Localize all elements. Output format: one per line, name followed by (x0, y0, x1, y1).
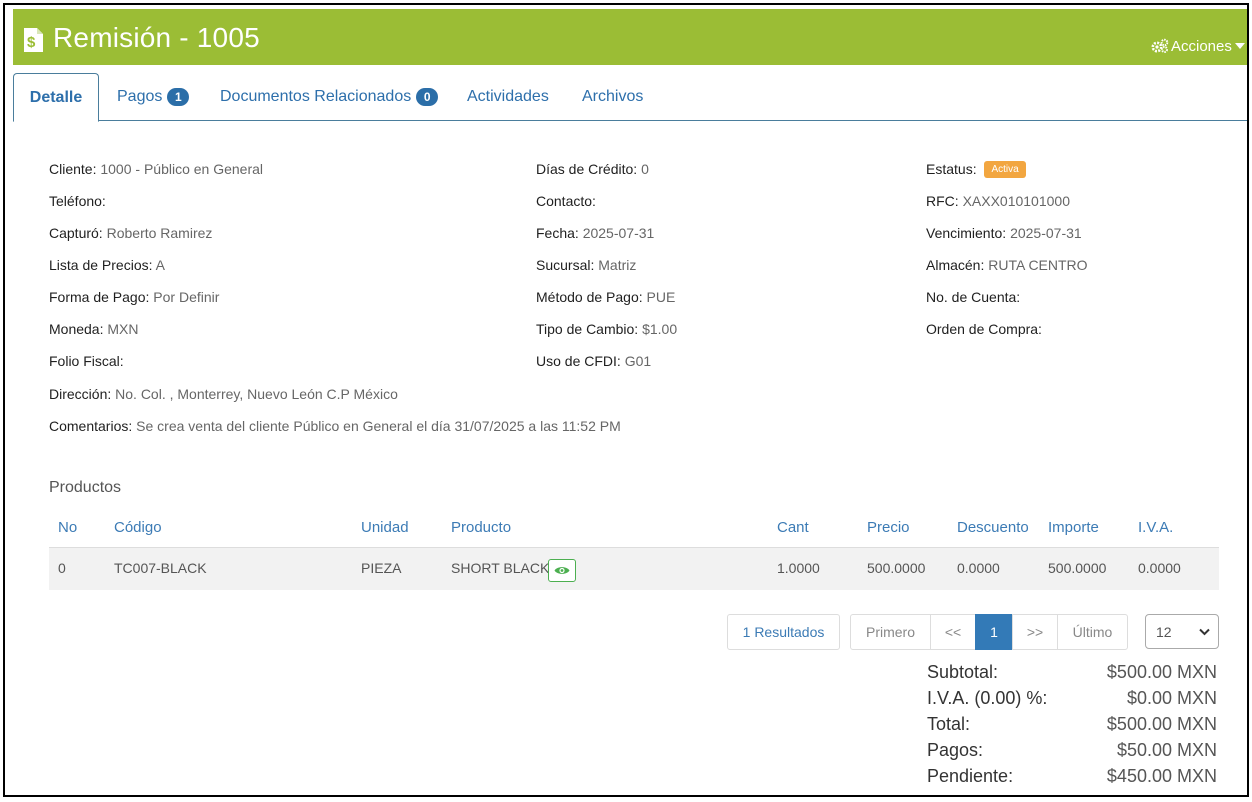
gears-icon (1151, 38, 1169, 53)
column-header-precio[interactable]: Precio (867, 519, 910, 536)
documentos-count-badge: 0 (416, 88, 439, 106)
column-header-descuento[interactable]: Descuento (957, 519, 1029, 536)
pagos-count-badge: 1 (167, 88, 190, 106)
actions-label: Acciones (1171, 37, 1232, 55)
field-contacto: Contacto: (536, 193, 596, 209)
field-dias-credito: Días de Crédito: 0 (536, 161, 649, 177)
field-fecha: Fecha: 2025-07-31 (536, 225, 655, 241)
caret-down-icon (1234, 43, 1245, 49)
cell-descuento: 0.0000 (957, 560, 1000, 576)
cell-unidad: PIEZA (361, 560, 402, 576)
pendiente-value: $450.00 MXN (1106, 766, 1217, 786)
svg-text:$: $ (27, 34, 36, 51)
column-header-cant[interactable]: Cant (777, 519, 809, 536)
tab-bar: Detalle Pagos 1 Documentos Relacionados … (13, 73, 1247, 122)
field-capturo: Capturó: Roberto Ramirez (49, 225, 213, 241)
pagos-value: $50.00 MXN (1116, 740, 1217, 760)
pagos-label: Pagos: (927, 740, 984, 760)
products-section-title: Productos (49, 479, 122, 496)
field-almacen: Almacén: RUTA CENTRO (926, 257, 1088, 273)
field-folio-fiscal: Folio Fiscal: (49, 353, 124, 369)
column-header-iva[interactable]: I.V.A. (1138, 519, 1173, 536)
field-moneda: Moneda: MXN (49, 321, 139, 337)
field-tipo-cambio: Tipo de Cambio: $1.00 (536, 321, 678, 337)
tab-label: Actividades (467, 88, 549, 105)
page-header: $ Remisión - 1005 Acciones (13, 9, 1247, 65)
field-sucursal: Sucursal: Matriz (536, 257, 637, 273)
page-size-select[interactable]: 12 (1145, 614, 1219, 649)
tab-archivos[interactable]: Archivos (582, 73, 643, 121)
tab-pagos[interactable]: Pagos 1 (117, 73, 190, 121)
total-value: $500.00 MXN (1106, 714, 1217, 734)
iva-value: $0.00 MXN (1126, 688, 1217, 708)
tab-label: Pagos (117, 88, 163, 105)
cell-iva: 0.0000 (1138, 560, 1181, 576)
total-label: Total: (927, 714, 971, 734)
pagination-last[interactable]: Último (1057, 614, 1128, 650)
cell-importe: 500.0000 (1048, 560, 1107, 576)
pagination-page-1[interactable]: 1 (975, 614, 1013, 650)
subtotal-value: $500.00 MXN (1106, 662, 1217, 682)
tab-documentos-relacionados[interactable]: Documentos Relacionados 0 (220, 73, 439, 121)
field-metodo-pago: Método de Pago: PUE (536, 289, 676, 305)
actions-menu-button[interactable]: Acciones (1151, 35, 1247, 57)
remision-page: $ Remisión - 1005 Acciones Detalle Pagos… (3, 3, 1249, 797)
results-count: 1 Resultados (727, 614, 840, 650)
field-telefono: Teléfono: (49, 193, 106, 209)
chevron-down-icon (1199, 628, 1210, 636)
page-size-value: 12 (1156, 623, 1172, 640)
field-vencimiento: Vencimiento: 2025-07-31 (926, 225, 1082, 241)
view-product-button[interactable] (548, 559, 576, 582)
field-comentarios: Comentarios: Se crea venta del cliente P… (49, 418, 621, 434)
field-lista-precios: Lista de Precios: A (49, 257, 165, 273)
field-estatus: Estatus: Activa (926, 161, 1026, 178)
tab-label: Detalle (29, 88, 83, 106)
field-cliente: Cliente: 1000 - Público en General (49, 161, 264, 177)
field-rfc: RFC: XAXX010101000 (926, 193, 1070, 209)
iva-label: I.V.A. (0.00) %: (927, 688, 1048, 708)
cell-cant: 1.0000 (777, 560, 820, 576)
field-orden-compra: Orden de Compra: (926, 321, 1042, 337)
field-forma-pago: Forma de Pago: Por Definir (49, 289, 220, 305)
app-logo-icon: $ (24, 28, 43, 52)
eye-icon (554, 567, 570, 574)
tab-label: Documentos Relacionados (220, 88, 412, 105)
cell-precio: 500.0000 (867, 560, 926, 576)
column-header-producto[interactable]: Producto (451, 519, 511, 536)
tab-label: Archivos (582, 88, 644, 105)
column-header-no[interactable]: No (58, 519, 77, 536)
subtotal-label: Subtotal: (927, 662, 999, 682)
field-no-cuenta: No. de Cuenta: (926, 289, 1021, 305)
field-uso-cfdi: Uso de CFDI: G01 (536, 353, 652, 369)
tab-actividades[interactable]: Actividades (467, 73, 549, 121)
pendiente-label: Pendiente: (927, 766, 1014, 786)
cell-producto: SHORT BLACK (451, 560, 550, 576)
pagination-first[interactable]: Primero (850, 614, 931, 650)
tab-detalle[interactable]: Detalle (13, 73, 99, 122)
table-row (49, 548, 1219, 590)
pagination-next[interactable]: >> (1012, 614, 1058, 650)
cell-codigo: TC007-BLACK (114, 560, 207, 576)
field-direccion: Dirección: No. Col. , Monterrey, Nuevo L… (49, 386, 398, 402)
column-header-codigo[interactable]: Código (114, 519, 162, 536)
column-header-importe[interactable]: Importe (1048, 519, 1099, 536)
page-title: Remisión - 1005 (53, 22, 260, 53)
cell-no: 0 (58, 560, 66, 576)
pagination-prev[interactable]: << (930, 614, 976, 650)
status-badge: Activa (984, 161, 1026, 178)
column-header-unidad[interactable]: Unidad (361, 519, 409, 536)
